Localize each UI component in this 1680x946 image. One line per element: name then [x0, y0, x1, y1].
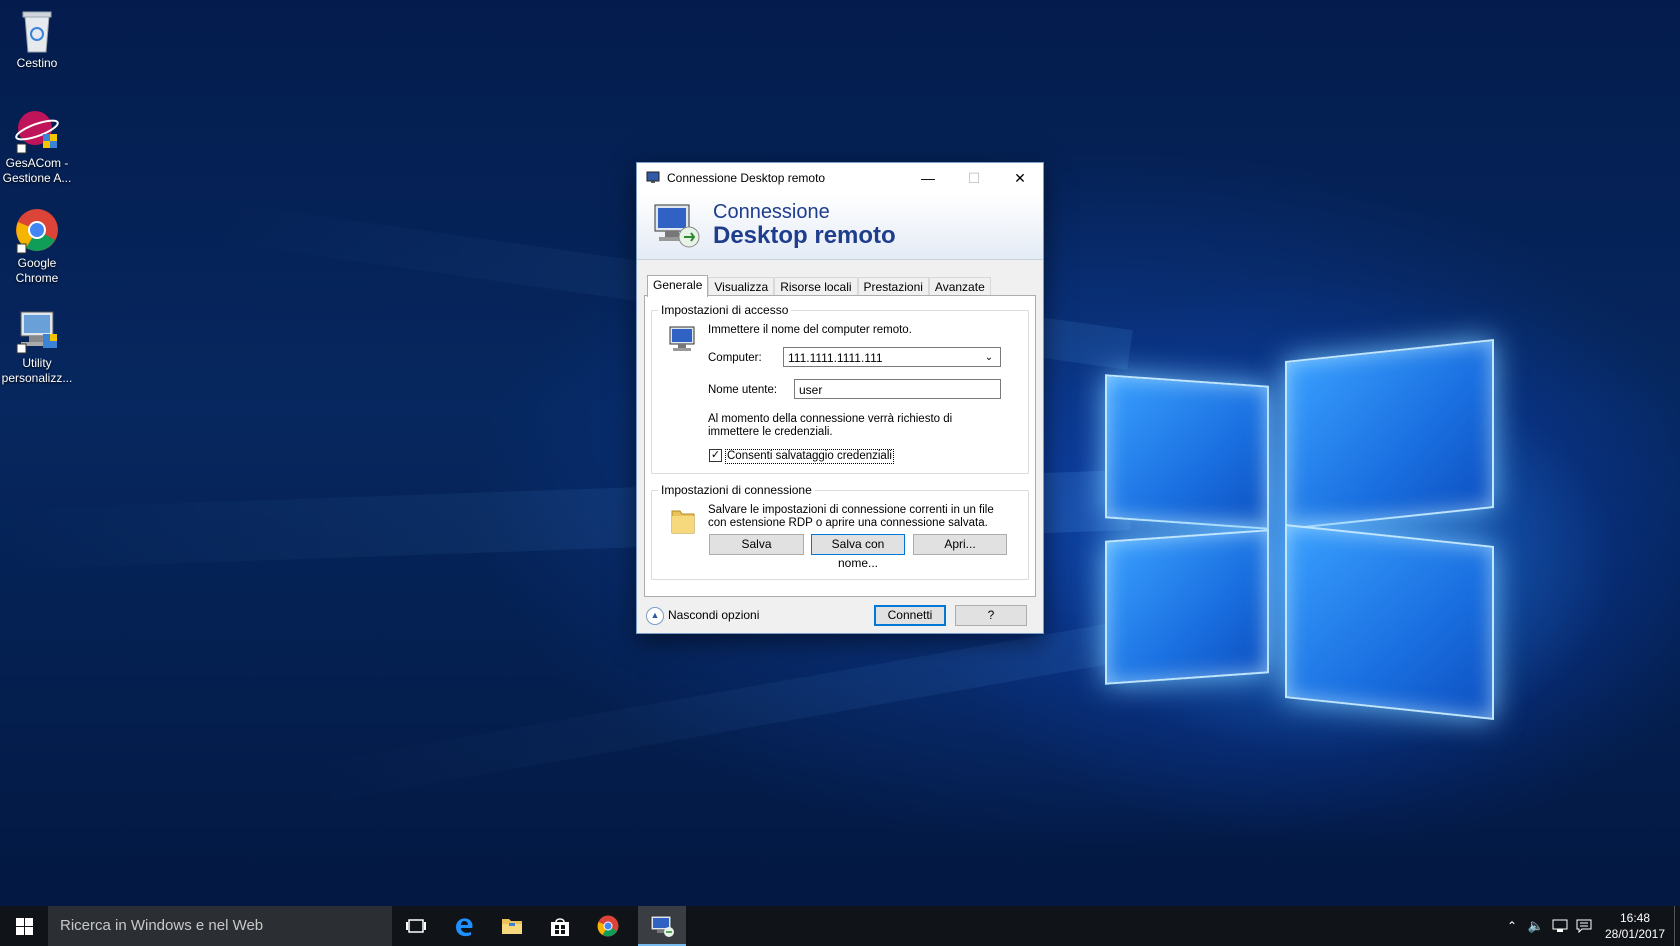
folder-icon: [671, 510, 695, 534]
computer-icon: [669, 326, 695, 351]
desktop-icon-cestino[interactable]: Cestino: [0, 8, 77, 71]
desktop-icon-gesacom[interactable]: GesACom - Gestione A...: [0, 108, 77, 186]
remote-desktop-icon: [654, 204, 700, 248]
taskbar-edge[interactable]: [440, 906, 488, 946]
computer-combobox[interactable]: 111.1111.1111.111 ⌄: [783, 347, 1001, 367]
task-view-button[interactable]: [392, 906, 440, 946]
group-title: Impostazioni di accesso: [658, 303, 792, 317]
chrome-icon: [597, 915, 619, 937]
desktop-icon-label: Cestino: [16, 56, 58, 70]
window-title: Connessione Desktop remoto: [667, 171, 826, 185]
remote-desktop-dialog: Connessione Desktop remoto — ☐ ✕ Conness…: [636, 162, 1044, 634]
recycle-bin-icon: [15, 8, 59, 53]
connection-settings-group: Impostazioni di connessione Salvare le i…: [651, 483, 1029, 580]
show-hidden-icons-button[interactable]: ⌃: [1500, 906, 1524, 946]
desktop-icon-label: Google Chrome: [15, 256, 59, 285]
save-button[interactable]: Salva: [709, 534, 804, 555]
title-bar[interactable]: Connessione Desktop remoto — ☐ ✕: [637, 163, 1043, 193]
desktop-icon-utility[interactable]: Utility personalizz...: [0, 308, 77, 386]
desktop-icon-label: GesACom - Gestione A...: [2, 156, 72, 185]
access-instruction: Immettere il nome del computer remoto.: [708, 324, 912, 336]
windows-logo-graphic: [1105, 330, 1495, 730]
tab-avanzate[interactable]: Avanzate: [928, 277, 991, 296]
clock-date: 28/01/2017: [1604, 927, 1666, 941]
header-banner: Connessione Desktop remoto: [637, 193, 1043, 260]
taskbar-chrome[interactable]: [584, 906, 632, 946]
taskbar-file-explorer[interactable]: [488, 906, 536, 946]
gesacom-app-icon: [15, 108, 59, 154]
tab-visualizza[interactable]: Visualizza: [708, 277, 775, 296]
open-button[interactable]: Apri...: [913, 534, 1007, 555]
help-button[interactable]: ?: [955, 605, 1027, 626]
credentials-note: Al momento della connessione verrà richi…: [708, 413, 953, 438]
network-icon-shape: [1552, 919, 1568, 932]
taskbar-search-box[interactable]: Ricerca in Windows e nel Web: [48, 906, 392, 946]
tab-generale[interactable]: Generale: [647, 275, 709, 297]
action-center-icon[interactable]: [1572, 906, 1596, 946]
save-as-button[interactable]: Salva con nome...: [811, 534, 905, 570]
collapse-options-icon[interactable]: ▲: [646, 607, 664, 625]
taskbar-store[interactable]: [536, 906, 584, 946]
username-field[interactable]: user: [794, 379, 1001, 399]
save-credentials-checkbox[interactable]: ✓: [709, 449, 722, 462]
store-icon: [551, 918, 569, 936]
close-button[interactable]: ✕: [997, 163, 1043, 193]
light-beam: [309, 620, 1134, 804]
banner-title-line1: Connessione: [713, 201, 830, 223]
tab-prestazioni[interactable]: Prestazioni: [857, 277, 929, 296]
desktop-icon-chrome[interactable]: Google Chrome: [0, 208, 77, 286]
tab-strip: Generale Visualizza Risorse locali Prest…: [647, 275, 991, 297]
banner-title-line2: Desktop remoto: [713, 222, 896, 249]
clock-time: 16:48: [1619, 911, 1651, 925]
connection-description: Salvare le impostazioni di connessione c…: [708, 504, 994, 529]
chrome-icon: [15, 208, 59, 254]
computer-label: Computer:: [708, 352, 762, 364]
hide-options-label[interactable]: Nascondi opzioni: [668, 609, 759, 622]
desktop-icon-label: Utility personalizz...: [1, 356, 73, 385]
minimize-button[interactable]: —: [905, 163, 951, 193]
tab-panel-generale: Impostazioni di accesso Immettere il nom…: [644, 295, 1036, 597]
maximize-button[interactable]: ☐: [951, 163, 997, 193]
remote-desktop-icon: [646, 171, 660, 183]
task-view-icon: [406, 919, 426, 933]
volume-muted-icon[interactable]: 🔈: [1524, 906, 1548, 946]
save-credentials-label[interactable]: Consenti salvataggio credenziali: [725, 449, 894, 464]
utility-app-icon: [15, 308, 59, 354]
show-desktop-button[interactable]: [1674, 906, 1680, 946]
notification-icon-shape: [1576, 919, 1592, 934]
computer-value: 111.1111.1111.111: [788, 351, 883, 365]
clock[interactable]: 16:48 28/01/2017: [1598, 906, 1672, 946]
connect-button[interactable]: Connetti: [874, 605, 946, 626]
windows-start-icon: [16, 918, 33, 935]
group-title: Impostazioni di connessione: [658, 483, 815, 497]
folder-icon: [502, 919, 522, 934]
access-settings-group: Impostazioni di accesso Immettere il nom…: [651, 303, 1029, 474]
taskbar-remote-desktop[interactable]: [638, 906, 686, 946]
edge-icon: [456, 918, 473, 937]
start-button[interactable]: [0, 906, 48, 946]
taskbar: Ricerca in Windows e nel Web ⌃ 🔈 16:48 2…: [0, 906, 1680, 946]
remote-desktop-icon: [650, 915, 674, 937]
chevron-down-icon[interactable]: ⌄: [982, 348, 996, 368]
tab-risorse-locali[interactable]: Risorse locali: [774, 277, 858, 296]
username-label: Nome utente:: [708, 384, 778, 396]
network-icon[interactable]: [1548, 906, 1572, 946]
